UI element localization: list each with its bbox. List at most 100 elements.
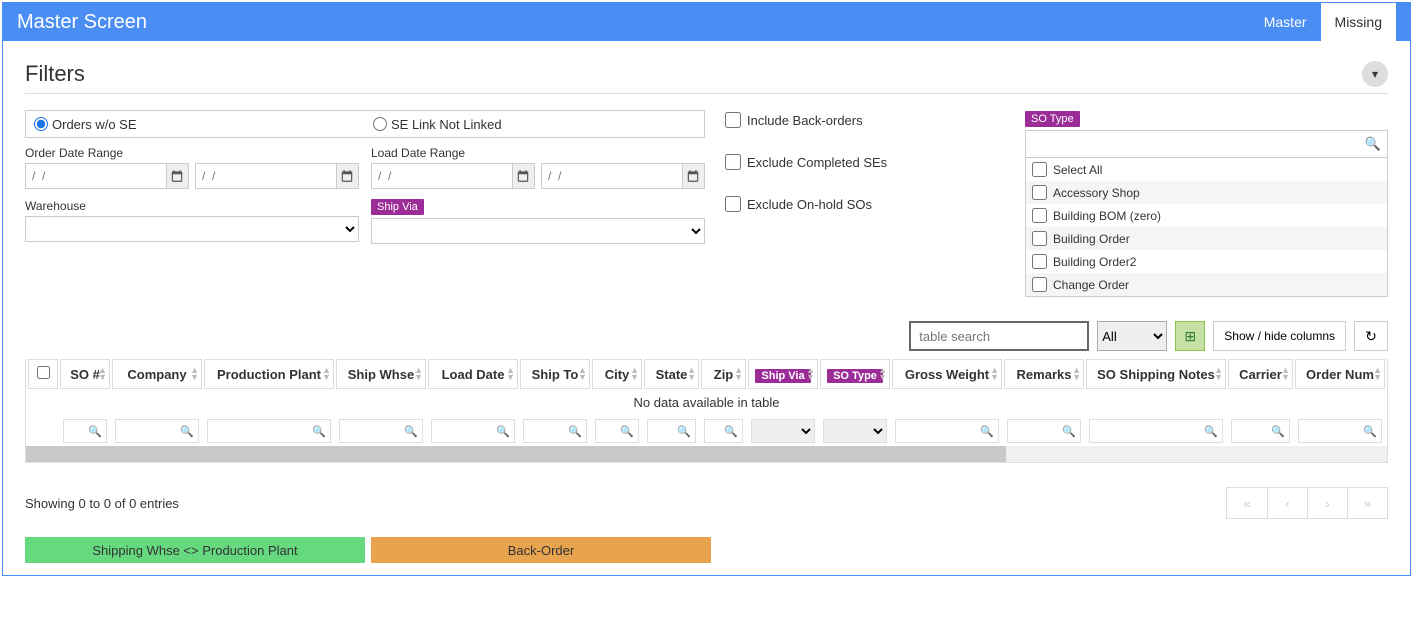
column-filter[interactable]: 🔍: [895, 419, 999, 443]
col-header[interactable]: Carrier▲▼: [1228, 359, 1293, 389]
sotype-item[interactable]: Building BOM (zero): [1026, 204, 1387, 227]
sotype-item-check[interactable]: [1032, 185, 1047, 200]
pager-first[interactable]: «: [1227, 488, 1267, 518]
sotype-search-input[interactable]: [1032, 137, 1365, 151]
table-search-input[interactable]: [909, 321, 1089, 351]
pager-last[interactable]: »: [1347, 488, 1387, 518]
order-date-from[interactable]: [25, 163, 189, 189]
col-header[interactable]: [28, 359, 58, 389]
column-filter-input[interactable]: [1303, 425, 1363, 437]
radio-orders-wo-se-input[interactable]: [34, 117, 48, 131]
calendar-icon[interactable]: [682, 164, 704, 188]
calendar-icon[interactable]: [166, 164, 188, 188]
column-filter-input[interactable]: [344, 425, 404, 437]
tab-missing[interactable]: Missing: [1321, 3, 1396, 41]
column-filter[interactable]: 🔍: [523, 419, 587, 443]
sotype-item-check[interactable]: [1032, 277, 1047, 292]
column-filter-input[interactable]: [1236, 425, 1271, 437]
sotype-item[interactable]: Building Order: [1026, 227, 1387, 250]
exclude-onhold-input[interactable]: [725, 196, 741, 212]
column-filter[interactable]: 🔍: [1089, 419, 1223, 443]
col-header[interactable]: State▲▼: [644, 359, 699, 389]
column-filter-input[interactable]: [528, 425, 568, 437]
column-filter[interactable]: 🔍: [1007, 419, 1081, 443]
column-filter-input[interactable]: [1094, 425, 1204, 437]
radio-orders-wo-se[interactable]: Orders w/o SE: [26, 117, 365, 132]
col-header[interactable]: City▲▼: [592, 359, 642, 389]
sotype-search[interactable]: 🔍: [1025, 130, 1388, 158]
column-filter[interactable]: 🔍: [1298, 419, 1382, 443]
exclude-completed-input[interactable]: [725, 154, 741, 170]
col-header[interactable]: SO Shipping Notes▲▼: [1086, 359, 1226, 389]
sotype-item-check[interactable]: [1032, 231, 1047, 246]
select-all-check[interactable]: [37, 366, 50, 379]
col-header[interactable]: Zip▲▼: [701, 359, 746, 389]
order-date-to[interactable]: [195, 163, 359, 189]
export-excel-button[interactable]: ⊞: [1175, 321, 1205, 351]
calendar-icon[interactable]: [512, 164, 534, 188]
radio-se-link-not-linked[interactable]: SE Link Not Linked: [365, 117, 704, 132]
pager-next[interactable]: ›: [1307, 488, 1347, 518]
column-filter-input[interactable]: [652, 425, 677, 437]
show-hide-columns-button[interactable]: Show / hide columns: [1213, 321, 1346, 351]
exclude-completed-check[interactable]: Exclude Completed SEs: [725, 154, 1005, 170]
column-filter[interactable]: 🔍: [339, 419, 423, 443]
exclude-onhold-check[interactable]: Exclude On-hold SOs: [725, 196, 1005, 212]
calendar-icon[interactable]: [336, 164, 358, 188]
column-filter-select[interactable]: [751, 419, 815, 443]
include-backorders-input[interactable]: [725, 112, 741, 128]
col-header[interactable]: Order Num▲▼: [1295, 359, 1385, 389]
col-header[interactable]: Company▲▼: [112, 359, 202, 389]
sotype-item-check[interactable]: [1032, 162, 1047, 177]
column-filter[interactable]: 🔍: [431, 419, 515, 443]
column-filter[interactable]: 🔍: [115, 419, 199, 443]
horizontal-scrollbar[interactable]: [26, 446, 1387, 462]
sotype-list[interactable]: Select AllAccessory ShopBuilding BOM (ze…: [1025, 158, 1388, 297]
column-filter-input[interactable]: [900, 425, 980, 437]
tab-master[interactable]: Master: [1250, 3, 1321, 41]
sotype-item[interactable]: Change Order: [1026, 273, 1387, 296]
col-header[interactable]: Production Plant▲▼: [204, 359, 334, 389]
col-header[interactable]: Ship Whse▲▼: [336, 359, 426, 389]
column-filter-input[interactable]: [120, 425, 180, 437]
column-filter-input[interactable]: [709, 425, 724, 437]
load-date-from-input[interactable]: [372, 164, 512, 188]
column-filter[interactable]: 🔍: [647, 419, 696, 443]
collapse-filters-button[interactable]: ▾: [1362, 61, 1388, 87]
col-header[interactable]: Gross Weight▲▼: [892, 359, 1002, 389]
column-filter-input[interactable]: [68, 425, 88, 437]
col-header[interactable]: Ship To▲▼: [520, 359, 590, 389]
filter-all-select[interactable]: All: [1097, 321, 1167, 351]
order-date-to-input[interactable]: [196, 164, 336, 188]
sotype-item-check[interactable]: [1032, 208, 1047, 223]
col-header[interactable]: SO #▲▼: [60, 359, 110, 389]
column-filter[interactable]: 🔍: [63, 419, 107, 443]
radio-se-link-input[interactable]: [373, 117, 387, 131]
order-date-from-input[interactable]: [26, 164, 166, 188]
column-filter[interactable]: 🔍: [595, 419, 639, 443]
column-filter-input[interactable]: [436, 425, 496, 437]
scrollbar-thumb[interactable]: [26, 446, 1006, 462]
col-header[interactable]: Ship Via▲▼: [748, 359, 818, 389]
column-filter[interactable]: 🔍: [207, 419, 331, 443]
col-header[interactable]: SO Type▲▼: [820, 359, 890, 389]
column-filter-input[interactable]: [1012, 425, 1062, 437]
sotype-item[interactable]: Accessory Shop: [1026, 181, 1387, 204]
sotype-item[interactable]: Select All: [1026, 158, 1387, 181]
load-date-to[interactable]: [541, 163, 705, 189]
column-filter[interactable]: 🔍: [704, 419, 743, 443]
column-filter[interactable]: 🔍: [1231, 419, 1290, 443]
pager-prev[interactable]: ‹: [1267, 488, 1307, 518]
warehouse-select[interactable]: [25, 216, 359, 242]
refresh-button[interactable]: ↻: [1354, 321, 1388, 351]
ship-via-select[interactable]: [371, 218, 705, 244]
sotype-item[interactable]: Building Order2: [1026, 250, 1387, 273]
column-filter-input[interactable]: [212, 425, 312, 437]
col-header[interactable]: Remarks▲▼: [1004, 359, 1084, 389]
load-date-to-input[interactable]: [542, 164, 682, 188]
col-header[interactable]: Load Date▲▼: [428, 359, 518, 389]
include-backorders-check[interactable]: Include Back-orders: [725, 112, 1005, 128]
load-date-from[interactable]: [371, 163, 535, 189]
column-filter-input[interactable]: [600, 425, 620, 437]
column-filter-select[interactable]: [823, 419, 887, 443]
